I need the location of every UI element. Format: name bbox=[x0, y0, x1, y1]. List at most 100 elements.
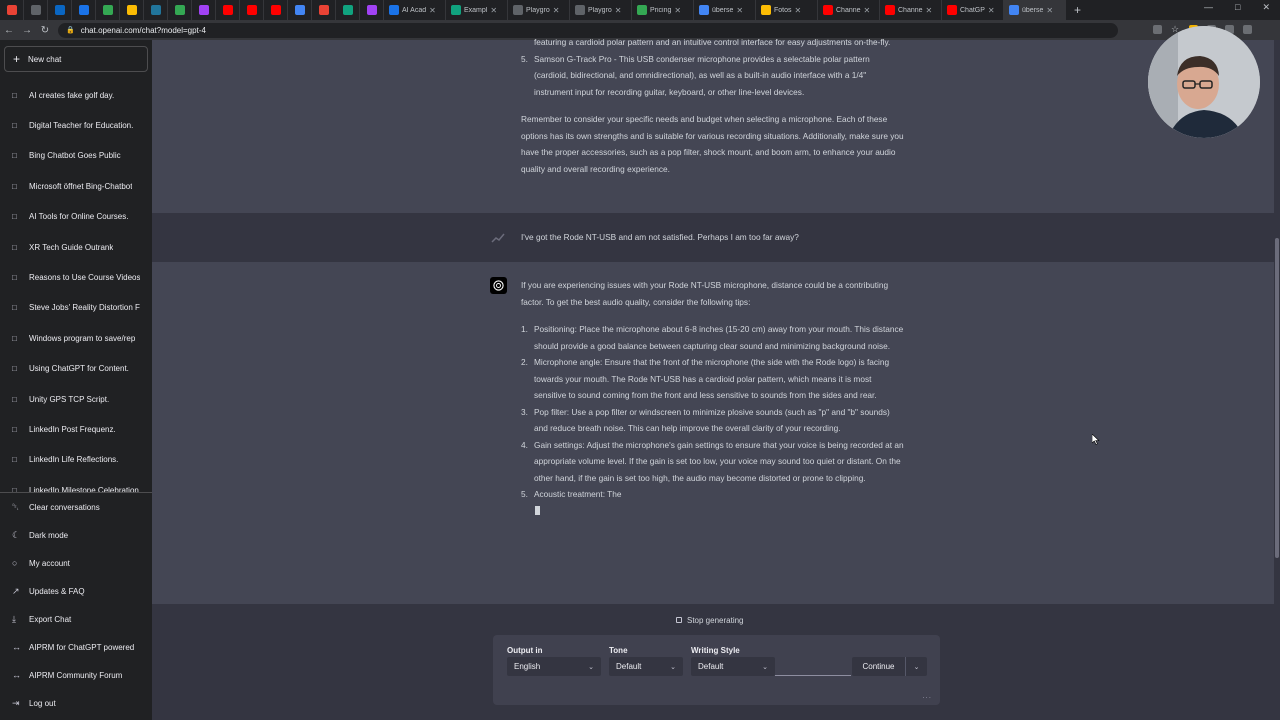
tab-close-icon[interactable]: ✕ bbox=[988, 6, 995, 15]
browser-tab[interactable]: überse ✕ bbox=[694, 0, 756, 20]
browser-tab[interactable] bbox=[360, 0, 384, 20]
continue-dropdown-button[interactable]: ⌄ bbox=[906, 657, 927, 676]
tab-close-icon[interactable]: ✕ bbox=[926, 6, 933, 15]
sidebar-menu-item[interactable]: ⇥ Log out bbox=[0, 689, 152, 717]
close-window-icon[interactable]: ✕ bbox=[1262, 2, 1270, 13]
tab-close-icon[interactable]: ✕ bbox=[795, 6, 802, 15]
chevron-down-icon: ⌄ bbox=[588, 663, 594, 671]
sidebar-menu-item[interactable]: ⤓ Export Chat bbox=[0, 605, 152, 633]
reload-icon[interactable]: ↻ bbox=[36, 25, 54, 36]
conversation-item[interactable]: □ AI creates fake golf day. bbox=[0, 80, 152, 110]
back-arrow-icon[interactable]: ← bbox=[0, 25, 18, 36]
browser-tab[interactable]: Exampl ✕ bbox=[446, 0, 508, 20]
share-icon[interactable] bbox=[1153, 25, 1162, 34]
sidebar-menu-item[interactable]: ↔ AIPRM Community Forum bbox=[0, 661, 152, 689]
sidebar-menu-label: Clear conversations bbox=[29, 502, 100, 512]
list-item: 3. Pop filter: Use a pop filter or windsc… bbox=[521, 404, 905, 437]
sidebar-menu-item[interactable]: ☾ Dark mode bbox=[0, 521, 152, 549]
tab-title: ChatGP bbox=[960, 6, 985, 14]
minimize-icon[interactable]: — bbox=[1204, 2, 1213, 13]
chevron-down-icon: ⌄ bbox=[670, 663, 676, 671]
tab-title: überse bbox=[712, 6, 734, 14]
conversation-title: Using ChatGPT for Content. bbox=[29, 364, 129, 374]
tab-close-icon[interactable]: ✕ bbox=[1046, 6, 1053, 15]
browser-tab[interactable] bbox=[120, 0, 144, 20]
tab-close-icon[interactable]: ✕ bbox=[553, 6, 560, 15]
conversation-item[interactable]: □ Bing Chatbot Goes Public bbox=[0, 141, 152, 171]
more-options-dots[interactable]: ... bbox=[922, 691, 932, 700]
conversation-item[interactable]: □ XR Tech Guide Outrank bbox=[0, 232, 152, 262]
sidebar-menu-item[interactable]: ↔ AIPRM for ChatGPT powered bbox=[0, 633, 152, 661]
browser-tab[interactable] bbox=[216, 0, 240, 20]
list-item-text: Gain settings: Adjust the microphone's g… bbox=[534, 439, 904, 483]
browser-tab[interactable] bbox=[96, 0, 120, 20]
tab-close-icon[interactable]: ✕ bbox=[490, 6, 497, 15]
conversation-item[interactable]: □ LinkedIn Life Reflections. bbox=[0, 445, 152, 475]
tone-select[interactable]: Default ⌄ bbox=[609, 657, 683, 676]
conversation-title: Digital Teacher for Education. bbox=[29, 121, 134, 131]
conversation-title: Unity GPS TCP Script. bbox=[29, 394, 110, 404]
tab-favicon-icon bbox=[318, 5, 329, 15]
tab-close-icon[interactable]: ✕ bbox=[864, 6, 871, 15]
output-language-select[interactable]: English ⌄ bbox=[507, 657, 601, 676]
sidebar-menu-item[interactable]: ○ My account bbox=[0, 549, 152, 577]
browser-tab[interactable] bbox=[288, 0, 312, 20]
browser-tab[interactable] bbox=[144, 0, 168, 20]
tab-favicon-icon bbox=[198, 5, 209, 15]
mouse-cursor-icon bbox=[1092, 434, 1100, 445]
browser-tab[interactable]: Pricing ✕ bbox=[632, 0, 694, 20]
browser-tab[interactable] bbox=[168, 0, 192, 20]
browser-tab[interactable] bbox=[240, 0, 264, 20]
stop-generating-button[interactable]: Stop generating bbox=[676, 613, 744, 627]
browser-tab[interactable] bbox=[24, 0, 48, 20]
browser-tab[interactable]: Channe ✕ bbox=[818, 0, 880, 20]
browser-tab[interactable]: AI Acad ✕ bbox=[384, 0, 446, 20]
closing-paragraph: Remember to consider your specific needs… bbox=[521, 114, 904, 174]
tab-favicon-icon bbox=[366, 5, 377, 15]
conversation-item[interactable]: □ Using ChatGPT for Content. bbox=[0, 354, 152, 384]
conversation-item[interactable]: □ Microsoft öffnet Bing-Chatbot bbox=[0, 171, 152, 201]
browser-tab[interactable]: Playgro ✕ bbox=[508, 0, 570, 20]
conversation-item[interactable]: □ Digital Teacher for Education. bbox=[0, 110, 152, 140]
writing-style-select[interactable]: Default ⌄ bbox=[691, 657, 775, 676]
list-number: 3. bbox=[521, 406, 528, 417]
browser-tab[interactable]: ChatGP ✕ bbox=[942, 0, 1004, 20]
scrollbar[interactable] bbox=[1274, 40, 1280, 720]
tab-close-icon[interactable]: ✕ bbox=[615, 6, 622, 15]
maximize-icon[interactable]: □ bbox=[1235, 2, 1240, 13]
conversation-item[interactable]: □ Steve Jobs' Reality Distortion F bbox=[0, 293, 152, 323]
conversation-title: Reasons to Use Course Videos bbox=[29, 273, 141, 283]
browser-tab[interactable]: Fotos ✕ bbox=[756, 0, 818, 20]
chat-bubble-icon: □ bbox=[12, 121, 17, 131]
browser-tab[interactable] bbox=[0, 0, 24, 20]
conversation-item[interactable]: □ AI Tools for Online Courses. bbox=[0, 202, 152, 232]
logout-icon: ⇥ bbox=[12, 697, 20, 708]
browser-tab[interactable] bbox=[312, 0, 336, 20]
conversation-item[interactable]: □ LinkedIn Post Frequenz. bbox=[0, 414, 152, 444]
browser-tab[interactable]: Channe ✕ bbox=[880, 0, 942, 20]
conversation-item[interactable]: □ Unity GPS TCP Script. bbox=[0, 384, 152, 414]
conversation-item[interactable]: □ Windows program to save/rep bbox=[0, 323, 152, 353]
browser-tab[interactable] bbox=[336, 0, 360, 20]
tab-close-icon[interactable]: ✕ bbox=[429, 6, 436, 15]
browser-tab[interactable]: Playgro ✕ bbox=[570, 0, 632, 20]
tab-close-icon[interactable]: ✕ bbox=[674, 6, 681, 15]
browser-tab[interactable]: überse ✕ bbox=[1004, 0, 1066, 20]
tab-close-icon[interactable]: ✕ bbox=[736, 6, 743, 15]
browser-tab[interactable] bbox=[48, 0, 72, 20]
puzzle-icon[interactable] bbox=[1243, 25, 1252, 34]
continue-button[interactable]: Continue bbox=[852, 657, 906, 676]
browser-tab[interactable] bbox=[264, 0, 288, 20]
browser-tab[interactable] bbox=[192, 0, 216, 20]
sidebar-menu-item[interactable]: ↗ Updates & FAQ bbox=[0, 577, 152, 605]
scrollbar-thumb[interactable] bbox=[1275, 238, 1279, 558]
tab-favicon-icon bbox=[575, 5, 585, 15]
list-item-text: Pop filter: Use a pop filter or windscre… bbox=[534, 406, 890, 434]
tab-favicon-icon bbox=[342, 5, 353, 15]
browser-tab[interactable] bbox=[72, 0, 96, 20]
new-tab-plus-icon[interactable]: + bbox=[1074, 3, 1081, 17]
new-chat-button[interactable]: + New chat bbox=[4, 46, 148, 72]
conversation-item[interactable]: □ Reasons to Use Course Videos bbox=[0, 262, 152, 292]
sidebar-menu-item[interactable]: ␡ Clear conversations bbox=[0, 493, 152, 521]
forward-arrow-icon[interactable]: → bbox=[18, 25, 36, 36]
